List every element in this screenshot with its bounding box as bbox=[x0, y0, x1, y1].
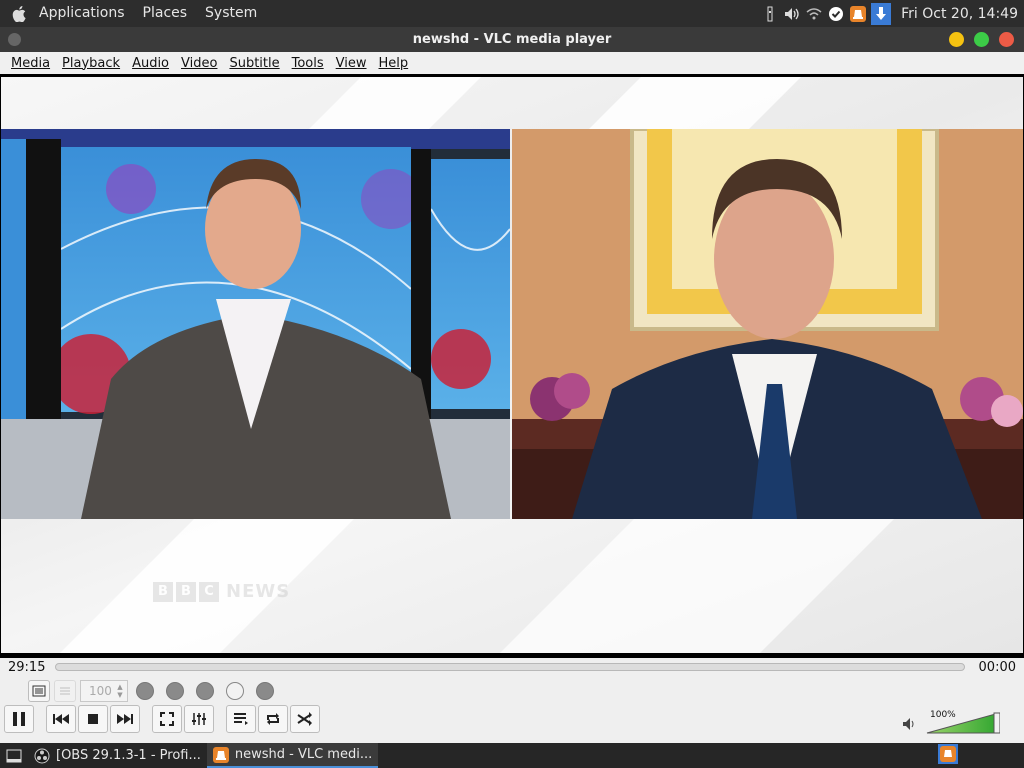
volume-slider[interactable] bbox=[926, 712, 1000, 734]
show-desktop-button[interactable] bbox=[0, 743, 28, 768]
extended-settings-icon[interactable] bbox=[184, 705, 214, 733]
maximize-button[interactable] bbox=[974, 32, 989, 47]
wifi-icon[interactable] bbox=[805, 5, 823, 23]
download-icon[interactable] bbox=[871, 2, 892, 25]
spin-arrows-icon[interactable]: ▲ ▼ bbox=[115, 683, 125, 699]
speaker-icon[interactable] bbox=[902, 717, 916, 731]
taskbar-item-label: newshd - VLC medi... bbox=[234, 747, 373, 762]
vlc-icon bbox=[212, 746, 229, 763]
obs-icon bbox=[34, 748, 50, 763]
speed-spinbox[interactable]: 100 ▲ ▼ bbox=[80, 680, 128, 702]
window-titlebar[interactable]: newshd - VLC media player bbox=[0, 27, 1024, 52]
taskbar-item-obs[interactable]: [OBS 29.1.3-1 - Profi... bbox=[28, 743, 207, 768]
frame-step-button[interactable] bbox=[226, 682, 244, 700]
volume-control[interactable]: 100% bbox=[902, 708, 1002, 734]
frame-by-frame-icon[interactable] bbox=[54, 680, 76, 702]
total-time[interactable]: 00:00 bbox=[979, 660, 1016, 675]
close-button[interactable] bbox=[999, 32, 1014, 47]
playlist-toggle-icon[interactable] bbox=[28, 680, 50, 702]
fullscreen-button[interactable] bbox=[152, 705, 182, 733]
logo-letter: C bbox=[199, 581, 219, 602]
record-button[interactable] bbox=[136, 682, 154, 700]
apple-logo-icon[interactable] bbox=[8, 0, 30, 27]
previous-button[interactable] bbox=[46, 705, 76, 733]
workspace-switcher[interactable] bbox=[938, 743, 958, 768]
shuffle-icon[interactable] bbox=[290, 705, 320, 733]
taskbar-item-vlc[interactable]: newshd - VLC medi... bbox=[206, 743, 379, 768]
logo-letter: B bbox=[176, 581, 196, 602]
advanced-controls: 100 ▲ ▼ bbox=[28, 680, 278, 702]
main-controls bbox=[4, 705, 332, 733]
taskbar: [OBS 29.1.3-1 - Profi... newshd - VLC me… bbox=[0, 743, 1024, 768]
seek-slider[interactable] bbox=[55, 663, 965, 671]
places-menu[interactable]: Places bbox=[134, 0, 197, 27]
next-button[interactable] bbox=[110, 705, 140, 733]
menu-audio[interactable]: Audio bbox=[126, 56, 175, 71]
playlist-icon[interactable] bbox=[226, 705, 256, 733]
presenter-panel bbox=[1, 129, 510, 519]
menu-view[interactable]: View bbox=[330, 56, 373, 71]
vlc-tray-icon[interactable] bbox=[849, 5, 867, 23]
stop-button[interactable] bbox=[78, 705, 108, 733]
controls-panel: 29:15 00:00 100 ▲ ▼ 100% bbox=[0, 658, 1024, 743]
vlc-workspace-icon[interactable] bbox=[938, 743, 958, 764]
guest-panel bbox=[512, 129, 1023, 519]
menu-playback[interactable]: Playback bbox=[56, 56, 126, 71]
menu-media[interactable]: Media bbox=[5, 56, 56, 71]
taskbar-item-label: [OBS 29.1.3-1 - Profi... bbox=[56, 748, 201, 763]
window-menu-icon[interactable] bbox=[8, 33, 21, 46]
news-watermark: B B C NEWS bbox=[153, 581, 290, 602]
menu-subtitle[interactable]: Subtitle bbox=[223, 56, 285, 71]
minimize-button[interactable] bbox=[949, 32, 964, 47]
clock[interactable]: Fri Oct 20, 14:49 bbox=[901, 6, 1018, 22]
menu-video[interactable]: Video bbox=[175, 56, 223, 71]
menubar: Media Playback Audio Video Subtitle Tool… bbox=[0, 52, 1024, 74]
logo-word: NEWS bbox=[226, 581, 291, 602]
loop-ab-button[interactable] bbox=[196, 682, 214, 700]
check-icon[interactable] bbox=[827, 5, 845, 23]
elapsed-time[interactable]: 29:15 bbox=[8, 660, 45, 675]
menu-help[interactable]: Help bbox=[373, 56, 415, 71]
menu-tools[interactable]: Tools bbox=[286, 56, 330, 71]
volume-icon[interactable] bbox=[783, 5, 801, 23]
logo-letter: B bbox=[153, 581, 173, 602]
video-frame: B B C NEWS bbox=[1, 77, 1023, 653]
system-menu[interactable]: System bbox=[196, 0, 266, 27]
window-title: newshd - VLC media player bbox=[412, 32, 612, 47]
pause-button[interactable] bbox=[4, 705, 34, 733]
video-display[interactable]: B B C NEWS bbox=[0, 74, 1024, 658]
display-icon[interactable] bbox=[761, 5, 779, 23]
extended-settings-button[interactable] bbox=[256, 682, 274, 700]
applications-menu[interactable]: Applications bbox=[30, 0, 134, 27]
top-panel: Applications Places System Fri Oct 20, 1… bbox=[0, 0, 1024, 27]
speed-value: 100 bbox=[89, 684, 112, 698]
snapshot-button[interactable] bbox=[166, 682, 184, 700]
loop-icon[interactable] bbox=[258, 705, 288, 733]
